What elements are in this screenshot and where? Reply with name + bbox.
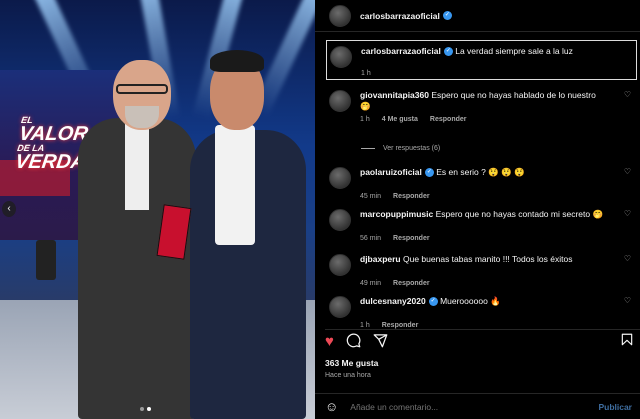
comment-text: Que buenas tabas manito !!! Todos los éx… [403, 254, 573, 264]
verified-icon: ✓ [428, 297, 438, 307]
emoji-icon[interactable]: ☺ [325, 399, 338, 414]
comment-text: Mueroooooo [440, 296, 488, 306]
commenter-username[interactable]: dulcesnany2020 [360, 296, 426, 306]
caption-time: 1 h [361, 70, 371, 77]
verified-icon: ✓ [442, 11, 452, 20]
commenter-avatar[interactable] [329, 167, 351, 189]
comment-time: 49 min [360, 280, 382, 287]
comment-like-icon[interactable]: ♡ [624, 254, 631, 263]
post-sidebar: carlosbarrazaoficial ✓ carlosbarrazaofic… [315, 0, 640, 419]
caption-text: La verdad siempre sale a la luz [455, 46, 573, 56]
comment-item: marcopuppimusic Espero que no hayas cont… [329, 209, 637, 242]
divider [361, 148, 375, 149]
comment-composer: ☺ Publicar [315, 393, 640, 419]
comment-likes[interactable]: 4 Me gusta [382, 116, 418, 123]
comment-text: Es en serio ? [436, 167, 486, 177]
reply-button[interactable]: Responder [393, 235, 430, 242]
commenter-username[interactable]: giovannitapia360 [360, 90, 429, 100]
commenter-username[interactable]: paolaruizoficial [360, 167, 422, 177]
comment-time: 45 min [360, 193, 382, 200]
comment-text: Espero que no hayas hablado de lo nuestr… [431, 90, 596, 100]
comment-emoji: 🤭 [592, 209, 604, 219]
comment-emoji: 🔥 [490, 296, 501, 306]
carousel-prev-button[interactable]: ‹ [2, 201, 16, 217]
comment-item: dulcesnany2020 ✓ Mueroooooo 🔥 ♡ 1 h Respo… [329, 296, 637, 329]
commenter-username[interactable]: djbaxperu [360, 254, 401, 264]
carousel-dot-active [147, 407, 151, 411]
reply-button[interactable]: Responder [393, 193, 430, 200]
comment-time: 56 min [360, 235, 382, 242]
heart-icon[interactable]: ♥ [325, 333, 334, 352]
comment-time: 1 h [360, 116, 370, 123]
verified-icon: ✓ [443, 47, 453, 57]
glasses [116, 84, 168, 94]
person-left-shirt [125, 120, 149, 210]
likes-count[interactable]: 363 Me gusta [325, 358, 378, 368]
reply-button[interactable]: Responder [382, 322, 419, 329]
person-right-shirt [215, 125, 255, 245]
commenter-avatar[interactable] [329, 209, 351, 231]
caption-username[interactable]: carlosbarrazaoficial [361, 46, 441, 56]
view-replies-label: Ver respuestas (6) [383, 145, 441, 152]
comment-like-icon[interactable]: ♡ [624, 167, 631, 176]
comment-item: djbaxperu Que buenas tabas manito !!! To… [329, 254, 637, 287]
post-photo[interactable]: EL VALOR DE LA VERDAD ‹ [0, 0, 315, 419]
caption: carlosbarrazaoficial ✓ La verdad siempre … [326, 40, 637, 80]
commenter-username[interactable]: marcopuppimusic [360, 209, 433, 219]
reply-button[interactable]: Responder [430, 116, 467, 123]
share-icon[interactable] [373, 333, 388, 352]
beard [125, 106, 159, 128]
author-avatar[interactable] [330, 46, 352, 68]
verified-icon: ✓ [424, 168, 434, 178]
commenter-avatar[interactable] [329, 296, 351, 318]
publish-button[interactable]: Publicar [598, 402, 632, 412]
comment-like-icon[interactable]: ♡ [624, 296, 631, 305]
comment-emoji: 🤭 [360, 101, 371, 111]
stage-light [36, 240, 56, 280]
comment-like-icon[interactable]: ♡ [624, 209, 631, 218]
comment-icon[interactable] [346, 333, 361, 352]
reply-button[interactable]: Responder [393, 280, 430, 287]
action-bar: ♥ [325, 329, 640, 352]
commenter-avatar[interactable] [329, 254, 351, 276]
commenter-avatar[interactable] [329, 90, 351, 112]
comment-emoji: 😲 😲 😲 [488, 167, 525, 177]
comment-text: Espero que no hayas contado mi secreto [435, 209, 591, 219]
bookmark-icon[interactable] [620, 332, 634, 351]
comment-item: giovannitapia360 Espero que no hayas hab… [329, 90, 637, 123]
comment-like-icon[interactable]: ♡ [624, 90, 631, 99]
author-username[interactable]: carlosbarrazaoficial [360, 11, 440, 21]
comment-time: 1 h [360, 322, 370, 329]
comment-item: paolaruizoficial ✓ Es en serio ? 😲 😲 😲 ♡ … [329, 167, 637, 200]
person-right-hair [210, 50, 264, 72]
post-header: carlosbarrazaoficial ✓ [315, 0, 640, 32]
carousel-dot [140, 407, 144, 411]
view-replies-button[interactable]: Ver respuestas (6) [361, 145, 440, 152]
carousel-dots [140, 407, 151, 411]
author-avatar[interactable] [329, 4, 351, 27]
comment-input[interactable] [350, 401, 561, 412]
post-time: Hace una hora [325, 372, 371, 379]
